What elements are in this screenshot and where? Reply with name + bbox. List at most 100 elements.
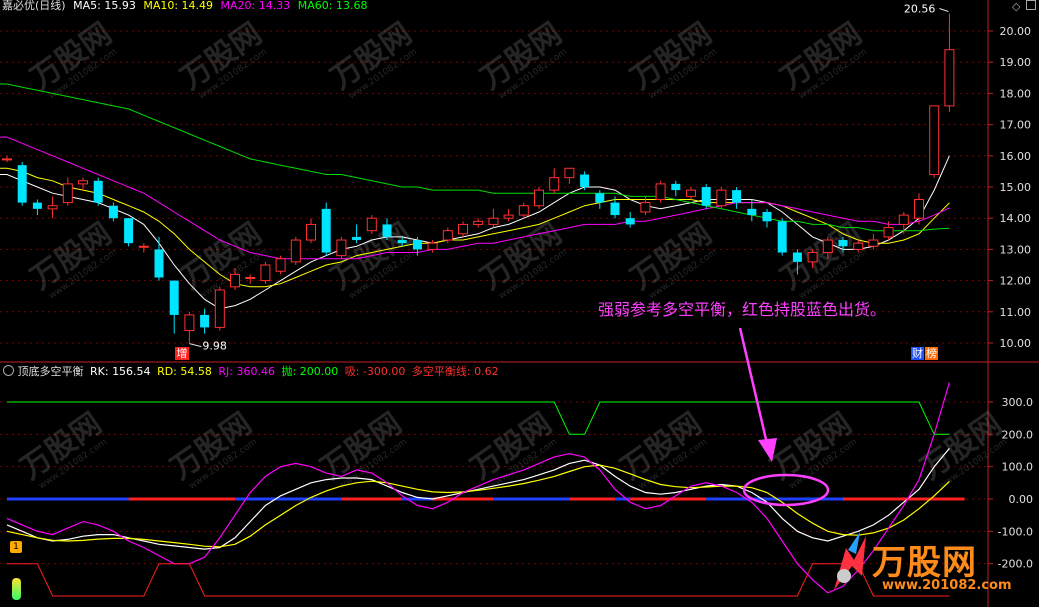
candle-body (716, 189, 727, 207)
candle-body (868, 239, 879, 247)
watermark-mark: 万股网www.201082.com (765, 406, 860, 491)
candle-down (17, 162, 27, 206)
candle-body (78, 180, 88, 185)
chart-title[interactable]: 嘉必优(日线) (2, 0, 66, 12)
candle-body (306, 223, 316, 241)
candle-down (200, 308, 210, 334)
pao-legend: 抛: 200.00 (281, 365, 339, 378)
bang-badge[interactable]: 榜 (925, 347, 938, 360)
candle-up (655, 180, 666, 203)
candle-body (549, 177, 560, 191)
candle-up (78, 177, 88, 191)
candle-body (458, 223, 468, 235)
candle-body (534, 189, 544, 207)
watermark-mark: 万股网www.201082.com (25, 216, 120, 301)
candle-body (47, 205, 58, 210)
candle-body (169, 280, 179, 315)
candle-body (412, 240, 422, 250)
rk-legend: RK: 156.54 (90, 365, 151, 378)
candle-down (625, 211, 635, 228)
indicator-menu-icon[interactable] (3, 365, 14, 376)
main-header: 嘉必优(日线) MA5: 15.93 MA10: 14.49 MA20: 14.… (2, 0, 367, 13)
candle-up (275, 255, 286, 275)
cai-badge[interactable]: 财 (911, 347, 924, 360)
candle-body (747, 208, 757, 216)
candle-up (564, 167, 575, 184)
indicator-title[interactable]: 顶底多空平衡 (18, 365, 84, 378)
candle-body (732, 190, 742, 203)
candle-down (124, 218, 134, 247)
candle-body (610, 202, 620, 216)
candle-body (260, 264, 271, 282)
candle-up (138, 243, 149, 253)
candle-up (214, 286, 225, 331)
candle-body (93, 180, 103, 203)
candle-body (2, 158, 12, 161)
candle-body (655, 183, 666, 200)
candle-down (108, 202, 118, 222)
candle-body (807, 252, 818, 263)
watermark-mark: 万股网www.201082.com (165, 406, 260, 491)
indicator-header: 顶底多空平衡 RK: 156.54 RD: 54.58 RJ: 360.46 抛… (3, 363, 499, 379)
candle-up (686, 187, 696, 200)
diamond-icon[interactable]: ◇ (1012, 0, 1020, 13)
window-restore-icon[interactable] (1026, 0, 1036, 10)
ma20-legend: MA20: 14.33 (220, 0, 291, 12)
candle-body (792, 252, 802, 262)
rd-legend: RD: 54.58 (157, 365, 212, 378)
zeng-badge[interactable]: 增 (175, 347, 189, 360)
candle-body (762, 211, 772, 222)
candle-body (914, 198, 924, 219)
candle-up (2, 155, 12, 163)
indicator-tick-label: 300.0 (1002, 396, 1034, 409)
candle-body (290, 239, 301, 263)
indicator-line-xi (7, 563, 950, 597)
candle-body (245, 276, 256, 279)
tool-handle-icon[interactable] (12, 578, 21, 600)
candle-up (716, 187, 727, 209)
callout-arrow-shaft (738, 327, 770, 449)
candle-up (366, 215, 377, 234)
ma-line-ma60 (0, 83, 950, 232)
candle-body (518, 205, 529, 216)
candle-body (701, 187, 711, 206)
candle-up (503, 208, 514, 222)
candle-body (671, 183, 681, 191)
low-price-label: 9.98 (202, 340, 227, 353)
candle-body (124, 218, 134, 244)
alert-badge[interactable]: 1 (10, 541, 22, 553)
watermark-mark: 万股网www.201082.com (775, 16, 870, 101)
watermark-mark: 万股网www.201082.com (625, 216, 720, 301)
price-tick-label: 16.00 (1000, 150, 1032, 163)
candle-up (260, 261, 271, 284)
candle-body (640, 202, 651, 213)
price-tick-label: 12.00 (1000, 275, 1032, 288)
candle-up (427, 240, 438, 253)
watermark-mark: 万股网www.201082.com (775, 216, 870, 301)
candle-body (503, 214, 514, 219)
candle-body (138, 245, 149, 248)
candle-up (488, 208, 499, 228)
site-logo-icon (826, 530, 872, 592)
candle-body (898, 214, 909, 225)
candle-body (366, 217, 377, 232)
watermark-layer: 万股网www.201082.com 万股网www.201082.com 万股网www… (15, 16, 1010, 491)
candle-down (671, 180, 681, 197)
price-tick-label: 19.00 (1000, 56, 1032, 69)
rj-legend: RJ: 360.46 (218, 365, 275, 378)
candle-up (473, 218, 484, 228)
ma10-legend: MA10: 14.49 (143, 0, 214, 12)
candle-up (458, 221, 468, 237)
indicator-line-rj (6, 382, 950, 594)
high-pointer (939, 8, 949, 13)
candle-body (580, 174, 590, 187)
candle-body (427, 242, 438, 250)
candle-body (275, 258, 286, 272)
candle-body (17, 165, 27, 203)
candle-down (154, 236, 164, 281)
candle-body (564, 167, 575, 179)
candle-down (762, 208, 772, 228)
price-tick-label: 11.00 (1000, 306, 1032, 319)
ma5-legend: MA5: 15.93 (73, 0, 136, 12)
candle-body (200, 314, 210, 328)
